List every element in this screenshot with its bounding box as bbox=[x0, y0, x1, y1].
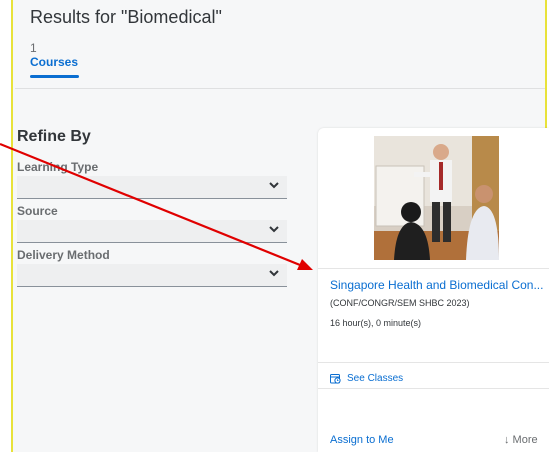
see-classes-link[interactable]: See Classes bbox=[330, 373, 403, 384]
card-divider bbox=[318, 388, 549, 389]
chevron-down-icon bbox=[269, 226, 279, 233]
see-classes-label: See Classes bbox=[347, 373, 404, 384]
course-card[interactable]: Singapore Health and Biomedical Con... (… bbox=[318, 128, 549, 452]
refine-title: Refine By bbox=[17, 128, 91, 145]
header-divider bbox=[15, 88, 545, 89]
page-title: Results for "Biomedical" bbox=[30, 7, 222, 27]
tab-courses[interactable]: 1 Courses bbox=[30, 41, 79, 70]
tab-active-indicator bbox=[30, 75, 79, 78]
filter-label-source: Source bbox=[17, 204, 58, 218]
card-divider bbox=[318, 268, 549, 269]
more-link[interactable]: ↓ More bbox=[504, 434, 538, 446]
results-header: Results for "Biomedical" 1 Courses bbox=[15, 0, 545, 88]
learning-type-select[interactable] bbox=[17, 176, 287, 199]
filter-label-learning-type: Learning Type bbox=[17, 160, 99, 174]
chevron-down-icon bbox=[269, 270, 279, 277]
card-divider bbox=[318, 362, 549, 363]
course-code: (CONF/CONGR/SEM SHBC 2023) bbox=[330, 298, 470, 308]
filter-label-delivery-method: Delivery Method bbox=[17, 248, 110, 262]
course-thumbnail bbox=[374, 136, 499, 260]
assign-to-me-link[interactable]: Assign to Me bbox=[330, 434, 394, 446]
tab-count: 1 bbox=[30, 41, 37, 55]
refine-panel: Refine By Learning Type Source Delivery … bbox=[17, 128, 287, 291]
calendar-clock-icon bbox=[330, 374, 341, 384]
delivery-method-select[interactable] bbox=[17, 264, 287, 287]
tab-label: Courses bbox=[30, 55, 79, 69]
course-duration: 16 hour(s), 0 minute(s) bbox=[330, 318, 422, 328]
course-title-link[interactable]: Singapore Health and Biomedical Con... bbox=[330, 278, 543, 292]
source-select[interactable] bbox=[17, 220, 287, 243]
chevron-down-icon bbox=[269, 182, 279, 189]
